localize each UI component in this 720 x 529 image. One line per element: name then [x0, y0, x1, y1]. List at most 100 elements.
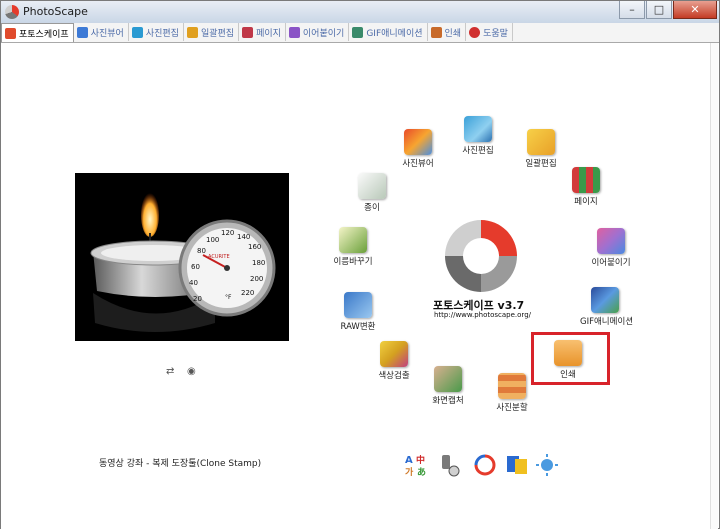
- hub-label: RAW변환: [340, 322, 376, 332]
- combine-tab-icon: [288, 26, 300, 38]
- tick-140: 140: [237, 233, 250, 241]
- tick-160: 160: [248, 243, 261, 251]
- combine-icon: [597, 228, 625, 254]
- thermometer-unit: °F: [225, 294, 232, 301]
- tab-label: 이어붙이기: [302, 28, 345, 39]
- hub-rename[interactable]: 이름바꾸기: [328, 227, 378, 267]
- tick-20: 20: [193, 295, 202, 303]
- candle-thermometer-image: 20 40 60 80 100 120 140 160 180 200 220 …: [75, 173, 289, 341]
- lang-ga: 가: [405, 466, 414, 477]
- tab-label: 인쇄: [444, 28, 462, 39]
- lang-zhong: 中: [416, 454, 425, 466]
- tab-label: 페이지: [256, 28, 281, 39]
- hub-gif-animation[interactable]: GIF애니메이션: [580, 287, 634, 327]
- tick-40: 40: [189, 279, 198, 287]
- raw-converter-icon: [344, 292, 372, 318]
- color-picker-icon: [380, 341, 408, 367]
- tab-photoscape[interactable]: 포토스케이프: [1, 23, 74, 42]
- language-icon[interactable]: A 中 가 あ: [405, 453, 429, 477]
- maximize-button[interactable]: □: [646, 1, 672, 19]
- rotate-icon[interactable]: ⇄: [166, 366, 174, 377]
- tab-label: 사진편집: [145, 28, 179, 39]
- tab-label: GIF애니메이션: [366, 28, 423, 39]
- page-icon: [572, 167, 600, 193]
- rename-icon: [339, 227, 367, 253]
- splitter-icon: [498, 373, 526, 399]
- hub-label: 이어붙이기: [591, 258, 631, 268]
- help-tab-icon: [469, 26, 481, 38]
- hub-screen-capture[interactable]: 화면캡처: [423, 366, 473, 406]
- hub-label: 색상검출: [378, 371, 410, 381]
- page-tab-icon: [242, 26, 254, 38]
- viewer-icon: [404, 129, 432, 155]
- photoscape-logo-icon: [5, 5, 19, 19]
- hub-batch-editor[interactable]: 일괄편집: [516, 129, 566, 169]
- hub-paper[interactable]: 종이: [347, 173, 397, 213]
- tab-combine[interactable]: 이어붙이기: [286, 23, 350, 41]
- hub-label: 이름바꾸기: [333, 257, 373, 267]
- tick-120: 120: [221, 229, 234, 237]
- window-controls: – □ ✕: [618, 1, 717, 21]
- video-tutorial-link[interactable]: 동영상 강좌 - 복제 도장툴(Clone Stamp): [99, 456, 261, 469]
- tick-180: 180: [252, 259, 265, 267]
- hub-label: 페이지: [574, 197, 598, 207]
- hub-viewer[interactable]: 사진뷰어: [393, 129, 443, 169]
- tab-editor[interactable]: 사진편집: [129, 23, 184, 41]
- weather-icon[interactable]: [535, 453, 559, 477]
- print-highlight-box: [531, 332, 610, 385]
- tick-60: 60: [191, 263, 200, 271]
- tab-help[interactable]: 도움말: [466, 23, 513, 41]
- tab-bar: 포토스케이프 사진뷰어 사진편집 일괄편집 페이지 이어붙이기 GIF애니메이션…: [1, 23, 719, 43]
- paper-icon: [358, 173, 386, 199]
- hub-label: GIF애니메이션: [580, 317, 634, 327]
- tab-gif-animation[interactable]: GIF애니메이션: [349, 23, 428, 41]
- batch-tab-icon: [186, 26, 198, 38]
- print-tab-icon: [430, 26, 442, 38]
- tab-label: 사진뷰어: [90, 28, 124, 39]
- hub-label: 종이: [364, 203, 380, 213]
- hub-combine[interactable]: 이어붙이기: [586, 228, 636, 268]
- hub-editor[interactable]: 사진편집: [453, 116, 503, 156]
- logo-url[interactable]: http://www.photoscape.org/: [434, 311, 531, 319]
- hub-label: 사진편집: [462, 146, 494, 156]
- tab-label: 도움말: [483, 28, 508, 39]
- hub-raw-converter[interactable]: RAW변환: [333, 292, 383, 332]
- tools-icon[interactable]: [438, 453, 462, 477]
- hub-label: 사진뷰어: [402, 159, 434, 169]
- refresh-icon[interactable]: [473, 453, 497, 477]
- tab-viewer[interactable]: 사진뷰어: [74, 23, 129, 41]
- tick-100: 100: [206, 236, 219, 244]
- tab-label: 일괄편집: [200, 28, 235, 39]
- tab-label: 포토스케이프: [19, 29, 69, 40]
- close-button[interactable]: ✕: [673, 1, 717, 19]
- viewer-tab-icon: [76, 26, 88, 38]
- hub-label: 일괄편집: [525, 159, 557, 169]
- tab-print[interactable]: 인쇄: [428, 23, 467, 41]
- minimize-button[interactable]: –: [619, 1, 645, 19]
- window-title: PhotoScape: [23, 5, 88, 18]
- view-icon[interactable]: ◉: [187, 366, 196, 377]
- editor-tab-icon: [131, 26, 143, 38]
- title-bar[interactable]: PhotoScape – □ ✕: [1, 1, 719, 24]
- right-scroll-edge: [710, 43, 718, 529]
- lang-a: A: [405, 455, 413, 466]
- screen-capture-icon: [434, 366, 462, 392]
- gif-animation-icon: [591, 287, 619, 313]
- tab-page[interactable]: 페이지: [239, 23, 286, 41]
- hub-label: 사진분할: [496, 403, 528, 413]
- lang-a2: あ: [417, 467, 426, 477]
- hub-page[interactable]: 페이지: [561, 167, 611, 207]
- tick-200: 200: [250, 275, 263, 283]
- sticker-icon[interactable]: [505, 453, 529, 477]
- photoscape-main-logo: [445, 220, 517, 292]
- featured-photo[interactable]: 20 40 60 80 100 120 140 160 180 200 220 …: [75, 173, 289, 341]
- editor-icon: [464, 116, 492, 142]
- hub-color-picker[interactable]: 색상검출: [369, 341, 419, 381]
- gif-tab-icon: [352, 26, 364, 38]
- batch-editor-icon: [527, 129, 555, 155]
- tick-80: 80: [197, 247, 206, 255]
- photoscape-tab-icon: [5, 27, 16, 39]
- app-window: PhotoScape – □ ✕ 포토스케이프 사진뷰어 사진편집 일괄편집 페…: [0, 0, 720, 529]
- hub-splitter[interactable]: 사진분할: [487, 373, 537, 413]
- tab-batch-editor[interactable]: 일괄편집: [184, 23, 240, 41]
